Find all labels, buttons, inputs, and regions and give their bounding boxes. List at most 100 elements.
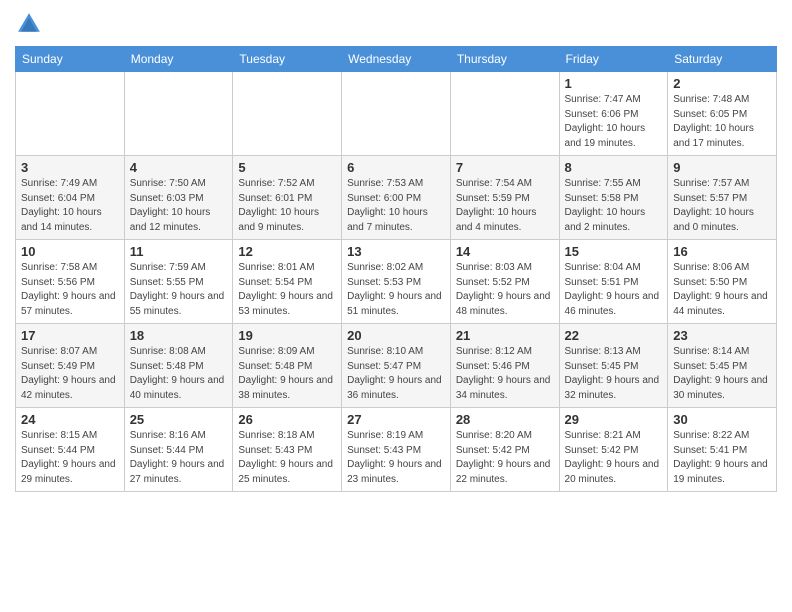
calendar-cell: 8 Sunrise: 7:55 AM Sunset: 5:58 PM Daylig… bbox=[559, 156, 668, 240]
day-info: Sunrise: 7:57 AM Sunset: 5:57 PM Dayligh… bbox=[673, 177, 771, 235]
calendar-cell: 21 Sunrise: 8:12 AM Sunset: 5:46 PM Dayli… bbox=[450, 324, 559, 408]
header bbox=[15, 10, 777, 38]
day-number: 20 bbox=[347, 328, 445, 343]
calendar-header-row: SundayMondayTuesdayWednesdayThursdayFrid… bbox=[16, 47, 777, 72]
day-number: 10 bbox=[21, 244, 119, 259]
calendar-week-row: 3 Sunrise: 7:49 AM Sunset: 6:04 PM Daylig… bbox=[16, 156, 777, 240]
calendar-cell bbox=[342, 72, 451, 156]
day-info: Sunrise: 8:15 AM Sunset: 5:44 PM Dayligh… bbox=[21, 429, 119, 487]
calendar-cell: 1 Sunrise: 7:47 AM Sunset: 6:06 PM Daylig… bbox=[559, 72, 668, 156]
day-number: 2 bbox=[673, 76, 771, 91]
day-info: Sunrise: 8:01 AM Sunset: 5:54 PM Dayligh… bbox=[238, 261, 336, 319]
day-number: 3 bbox=[21, 160, 119, 175]
calendar-cell: 28 Sunrise: 8:20 AM Sunset: 5:42 PM Dayli… bbox=[450, 408, 559, 492]
weekday-header: Thursday bbox=[450, 47, 559, 72]
day-number: 4 bbox=[130, 160, 228, 175]
calendar-cell bbox=[124, 72, 233, 156]
calendar-body: 1 Sunrise: 7:47 AM Sunset: 6:06 PM Daylig… bbox=[16, 72, 777, 492]
day-number: 9 bbox=[673, 160, 771, 175]
day-info: Sunrise: 8:12 AM Sunset: 5:46 PM Dayligh… bbox=[456, 345, 554, 403]
calendar-cell: 29 Sunrise: 8:21 AM Sunset: 5:42 PM Dayli… bbox=[559, 408, 668, 492]
day-number: 17 bbox=[21, 328, 119, 343]
day-info: Sunrise: 7:53 AM Sunset: 6:00 PM Dayligh… bbox=[347, 177, 445, 235]
calendar-cell: 19 Sunrise: 8:09 AM Sunset: 5:48 PM Dayli… bbox=[233, 324, 342, 408]
calendar-cell: 5 Sunrise: 7:52 AM Sunset: 6:01 PM Daylig… bbox=[233, 156, 342, 240]
calendar-cell: 11 Sunrise: 7:59 AM Sunset: 5:55 PM Dayli… bbox=[124, 240, 233, 324]
day-info: Sunrise: 8:20 AM Sunset: 5:42 PM Dayligh… bbox=[456, 429, 554, 487]
day-number: 21 bbox=[456, 328, 554, 343]
calendar-cell: 26 Sunrise: 8:18 AM Sunset: 5:43 PM Dayli… bbox=[233, 408, 342, 492]
day-info: Sunrise: 8:04 AM Sunset: 5:51 PM Dayligh… bbox=[565, 261, 663, 319]
day-info: Sunrise: 8:08 AM Sunset: 5:48 PM Dayligh… bbox=[130, 345, 228, 403]
page-container: SundayMondayTuesdayWednesdayThursdayFrid… bbox=[0, 0, 792, 502]
day-info: Sunrise: 8:22 AM Sunset: 5:41 PM Dayligh… bbox=[673, 429, 771, 487]
day-number: 13 bbox=[347, 244, 445, 259]
calendar-cell: 14 Sunrise: 8:03 AM Sunset: 5:52 PM Dayli… bbox=[450, 240, 559, 324]
weekday-header: Tuesday bbox=[233, 47, 342, 72]
day-info: Sunrise: 7:58 AM Sunset: 5:56 PM Dayligh… bbox=[21, 261, 119, 319]
day-info: Sunrise: 7:49 AM Sunset: 6:04 PM Dayligh… bbox=[21, 177, 119, 235]
weekday-header: Sunday bbox=[16, 47, 125, 72]
day-info: Sunrise: 8:14 AM Sunset: 5:45 PM Dayligh… bbox=[673, 345, 771, 403]
day-number: 23 bbox=[673, 328, 771, 343]
day-number: 18 bbox=[130, 328, 228, 343]
day-number: 19 bbox=[238, 328, 336, 343]
day-number: 27 bbox=[347, 412, 445, 427]
day-number: 28 bbox=[456, 412, 554, 427]
day-number: 29 bbox=[565, 412, 663, 427]
day-number: 8 bbox=[565, 160, 663, 175]
day-number: 14 bbox=[456, 244, 554, 259]
calendar-week-row: 1 Sunrise: 7:47 AM Sunset: 6:06 PM Daylig… bbox=[16, 72, 777, 156]
day-info: Sunrise: 7:50 AM Sunset: 6:03 PM Dayligh… bbox=[130, 177, 228, 235]
calendar-cell: 23 Sunrise: 8:14 AM Sunset: 5:45 PM Dayli… bbox=[668, 324, 777, 408]
calendar-cell bbox=[233, 72, 342, 156]
calendar-week-row: 10 Sunrise: 7:58 AM Sunset: 5:56 PM Dayli… bbox=[16, 240, 777, 324]
day-number: 25 bbox=[130, 412, 228, 427]
day-info: Sunrise: 8:02 AM Sunset: 5:53 PM Dayligh… bbox=[347, 261, 445, 319]
day-number: 7 bbox=[456, 160, 554, 175]
day-number: 26 bbox=[238, 412, 336, 427]
weekday-header: Friday bbox=[559, 47, 668, 72]
day-number: 1 bbox=[565, 76, 663, 91]
day-number: 22 bbox=[565, 328, 663, 343]
calendar-cell: 4 Sunrise: 7:50 AM Sunset: 6:03 PM Daylig… bbox=[124, 156, 233, 240]
calendar-cell: 17Sunrise: 8:07 AM Sunset: 5:49 PM Dayli… bbox=[16, 324, 125, 408]
day-info: Sunrise: 7:47 AM Sunset: 6:06 PM Dayligh… bbox=[565, 93, 663, 151]
calendar-cell: 2Sunrise: 7:48 AM Sunset: 6:05 PM Daylig… bbox=[668, 72, 777, 156]
day-number: 5 bbox=[238, 160, 336, 175]
day-info: Sunrise: 7:52 AM Sunset: 6:01 PM Dayligh… bbox=[238, 177, 336, 235]
day-info: Sunrise: 8:16 AM Sunset: 5:44 PM Dayligh… bbox=[130, 429, 228, 487]
calendar-week-row: 17Sunrise: 8:07 AM Sunset: 5:49 PM Dayli… bbox=[16, 324, 777, 408]
day-number: 24 bbox=[21, 412, 119, 427]
calendar-cell: 25 Sunrise: 8:16 AM Sunset: 5:44 PM Dayli… bbox=[124, 408, 233, 492]
calendar-cell: 24 Sunrise: 8:15 AM Sunset: 5:44 PM Dayli… bbox=[16, 408, 125, 492]
calendar-week-row: 24 Sunrise: 8:15 AM Sunset: 5:44 PM Dayli… bbox=[16, 408, 777, 492]
calendar-cell: 16 Sunrise: 8:06 AM Sunset: 5:50 PM Dayli… bbox=[668, 240, 777, 324]
day-info: Sunrise: 8:03 AM Sunset: 5:52 PM Dayligh… bbox=[456, 261, 554, 319]
day-number: 12 bbox=[238, 244, 336, 259]
day-number: 6 bbox=[347, 160, 445, 175]
day-info: Sunrise: 8:19 AM Sunset: 5:43 PM Dayligh… bbox=[347, 429, 445, 487]
calendar-cell bbox=[450, 72, 559, 156]
day-number: 30 bbox=[673, 412, 771, 427]
day-info: Sunrise: 7:55 AM Sunset: 5:58 PM Dayligh… bbox=[565, 177, 663, 235]
calendar-cell: 22Sunrise: 8:13 AM Sunset: 5:45 PM Dayli… bbox=[559, 324, 668, 408]
calendar-cell bbox=[16, 72, 125, 156]
day-info: Sunrise: 8:06 AM Sunset: 5:50 PM Dayligh… bbox=[673, 261, 771, 319]
day-number: 15 bbox=[565, 244, 663, 259]
day-info: Sunrise: 8:21 AM Sunset: 5:42 PM Dayligh… bbox=[565, 429, 663, 487]
calendar-cell: 6 Sunrise: 7:53 AM Sunset: 6:00 PM Daylig… bbox=[342, 156, 451, 240]
day-info: Sunrise: 8:09 AM Sunset: 5:48 PM Dayligh… bbox=[238, 345, 336, 403]
day-number: 16 bbox=[673, 244, 771, 259]
weekday-header: Saturday bbox=[668, 47, 777, 72]
day-info: Sunrise: 8:10 AM Sunset: 5:47 PM Dayligh… bbox=[347, 345, 445, 403]
calendar-cell: 18 Sunrise: 8:08 AM Sunset: 5:48 PM Dayli… bbox=[124, 324, 233, 408]
day-info: Sunrise: 7:54 AM Sunset: 5:59 PM Dayligh… bbox=[456, 177, 554, 235]
day-info: Sunrise: 7:59 AM Sunset: 5:55 PM Dayligh… bbox=[130, 261, 228, 319]
day-info: Sunrise: 8:18 AM Sunset: 5:43 PM Dayligh… bbox=[238, 429, 336, 487]
calendar-cell: 20 Sunrise: 8:10 AM Sunset: 5:47 PM Dayli… bbox=[342, 324, 451, 408]
calendar-cell: 27 Sunrise: 8:19 AM Sunset: 5:43 PM Dayli… bbox=[342, 408, 451, 492]
calendar-cell: 12 Sunrise: 8:01 AM Sunset: 5:54 PM Dayli… bbox=[233, 240, 342, 324]
calendar-cell: 3 Sunrise: 7:49 AM Sunset: 6:04 PM Daylig… bbox=[16, 156, 125, 240]
day-number: 11 bbox=[130, 244, 228, 259]
